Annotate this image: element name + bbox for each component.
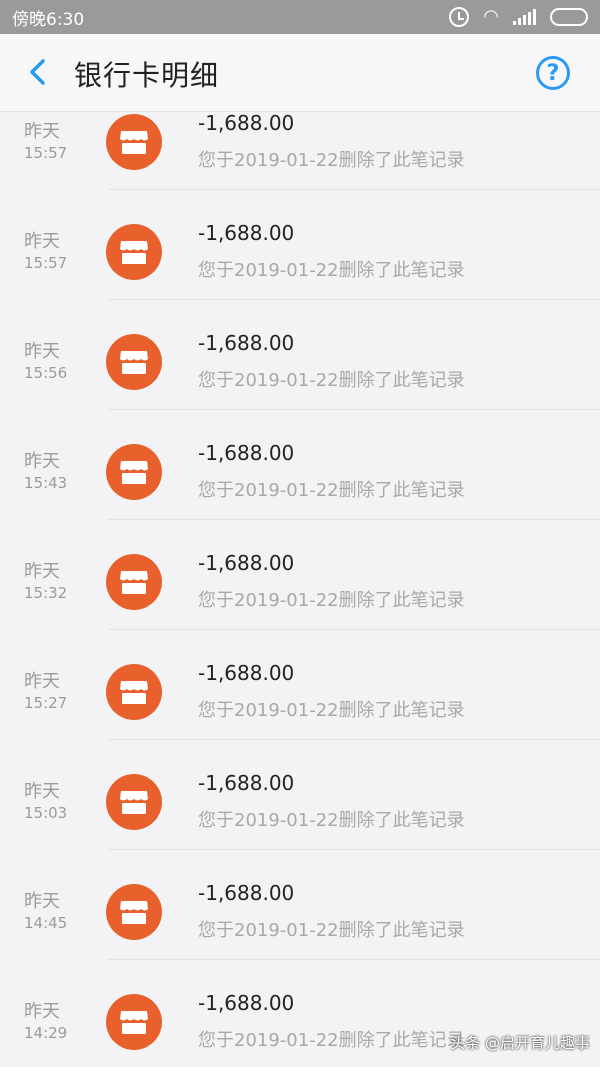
storefront-icon — [120, 681, 148, 704]
transaction-description: 您于2019-01-22删除了此笔记录 — [198, 920, 465, 941]
transaction-list: 昨天 15:57 -1,688.00 您于2019-01-22删除了此笔记录 昨天 15:… — [0, 80, 600, 1067]
transaction-description: 您于2019-01-22删除了此笔记录 — [198, 700, 465, 721]
status-icons: ◠ — [449, 7, 588, 27]
transaction-date: 昨天 — [24, 1001, 60, 1022]
transaction-time: 15:56 — [24, 364, 68, 382]
transaction-amount: -1,688.00 — [198, 881, 295, 905]
transaction-amount: -1,688.00 — [198, 661, 295, 685]
shop-icon — [106, 774, 162, 830]
status-bar: 傍晚6:30 ◠ — [0, 0, 600, 34]
storefront-icon — [120, 461, 148, 484]
transaction-amount: -1,688.00 — [198, 991, 295, 1015]
signal-icon — [513, 9, 536, 25]
transaction-description: 您于2019-01-22删除了此笔记录 — [198, 260, 465, 281]
transaction-description: 您于2019-01-22删除了此笔记录 — [198, 590, 465, 611]
storefront-icon — [120, 901, 148, 924]
transaction-time: 15:27 — [24, 694, 68, 712]
transaction-date: 昨天 — [24, 781, 60, 802]
transaction-time: 15:03 — [24, 804, 68, 822]
shop-icon — [106, 884, 162, 940]
shop-icon — [106, 114, 162, 170]
storefront-icon — [120, 1011, 148, 1034]
storefront-icon — [120, 571, 148, 594]
transaction-amount: -1,688.00 — [198, 441, 295, 465]
transaction-amount: -1,688.00 — [198, 221, 295, 245]
status-time: 傍晚6:30 — [12, 9, 85, 30]
transaction-description: 您于2019-01-22删除了此笔记录 — [198, 810, 465, 831]
transaction-row[interactable]: 昨天 15:43 -1,688.00 您于2019-01-22删除了此笔记录 — [0, 410, 600, 520]
transaction-row[interactable]: 昨天 15:03 -1,688.00 您于2019-01-22删除了此笔记录 — [0, 740, 600, 850]
transaction-row[interactable]: 昨天 15:57 -1,688.00 您于2019-01-22删除了此笔记录 — [0, 190, 600, 300]
transaction-description: 您于2019-01-22删除了此笔记录 — [198, 1030, 465, 1051]
transaction-time: 15:32 — [24, 584, 68, 602]
transaction-amount: -1,688.00 — [198, 111, 295, 135]
shop-icon — [106, 554, 162, 610]
storefront-icon — [120, 351, 148, 374]
transaction-amount: -1,688.00 — [198, 771, 295, 795]
shop-icon — [106, 444, 162, 500]
transaction-row[interactable]: 昨天 15:32 -1,688.00 您于2019-01-22删除了此笔记录 — [0, 520, 600, 630]
transaction-row[interactable]: 昨天 15:27 -1,688.00 您于2019-01-22删除了此笔记录 — [0, 630, 600, 740]
shop-icon — [106, 664, 162, 720]
transaction-time: 14:29 — [24, 1024, 68, 1042]
alarm-icon — [449, 7, 470, 27]
transaction-date: 昨天 — [24, 561, 60, 582]
transaction-row[interactable]: 昨天 15:56 -1,688.00 您于2019-01-22删除了此笔记录 — [0, 300, 600, 410]
shop-icon — [106, 224, 162, 280]
transaction-date: 昨天 — [24, 891, 60, 912]
transaction-amount: -1,688.00 — [198, 331, 295, 355]
storefront-icon — [120, 241, 148, 264]
transaction-date: 昨天 — [24, 451, 60, 472]
transaction-date: 昨天 — [24, 671, 60, 692]
battery-icon — [550, 8, 588, 26]
transaction-time: 15:57 — [24, 144, 68, 162]
storefront-icon — [120, 131, 148, 154]
transaction-time: 15:43 — [24, 474, 68, 492]
storefront-icon — [120, 791, 148, 814]
transaction-row[interactable]: 昨天 15:57 -1,688.00 您于2019-01-22删除了此笔记录 — [0, 80, 600, 190]
transaction-amount: -1,688.00 — [198, 551, 295, 575]
transaction-row[interactable]: 昨天 14:45 -1,688.00 您于2019-01-22删除了此笔记录 — [0, 850, 600, 960]
transaction-description: 您于2019-01-22删除了此笔记录 — [198, 150, 465, 171]
watermark: 头条 @启开育儿趣事 — [450, 1034, 590, 1052]
transaction-time: 14:45 — [24, 914, 68, 932]
transaction-date: 昨天 — [24, 341, 60, 362]
transaction-description: 您于2019-01-22删除了此笔记录 — [198, 370, 465, 391]
wifi-icon: ◠ — [483, 6, 499, 27]
shop-icon — [106, 334, 162, 390]
transaction-date: 昨天 — [24, 121, 60, 142]
transaction-date: 昨天 — [24, 231, 60, 252]
transaction-description: 您于2019-01-22删除了此笔记录 — [198, 480, 465, 501]
shop-icon — [106, 994, 162, 1050]
transaction-time: 15:57 — [24, 254, 68, 272]
